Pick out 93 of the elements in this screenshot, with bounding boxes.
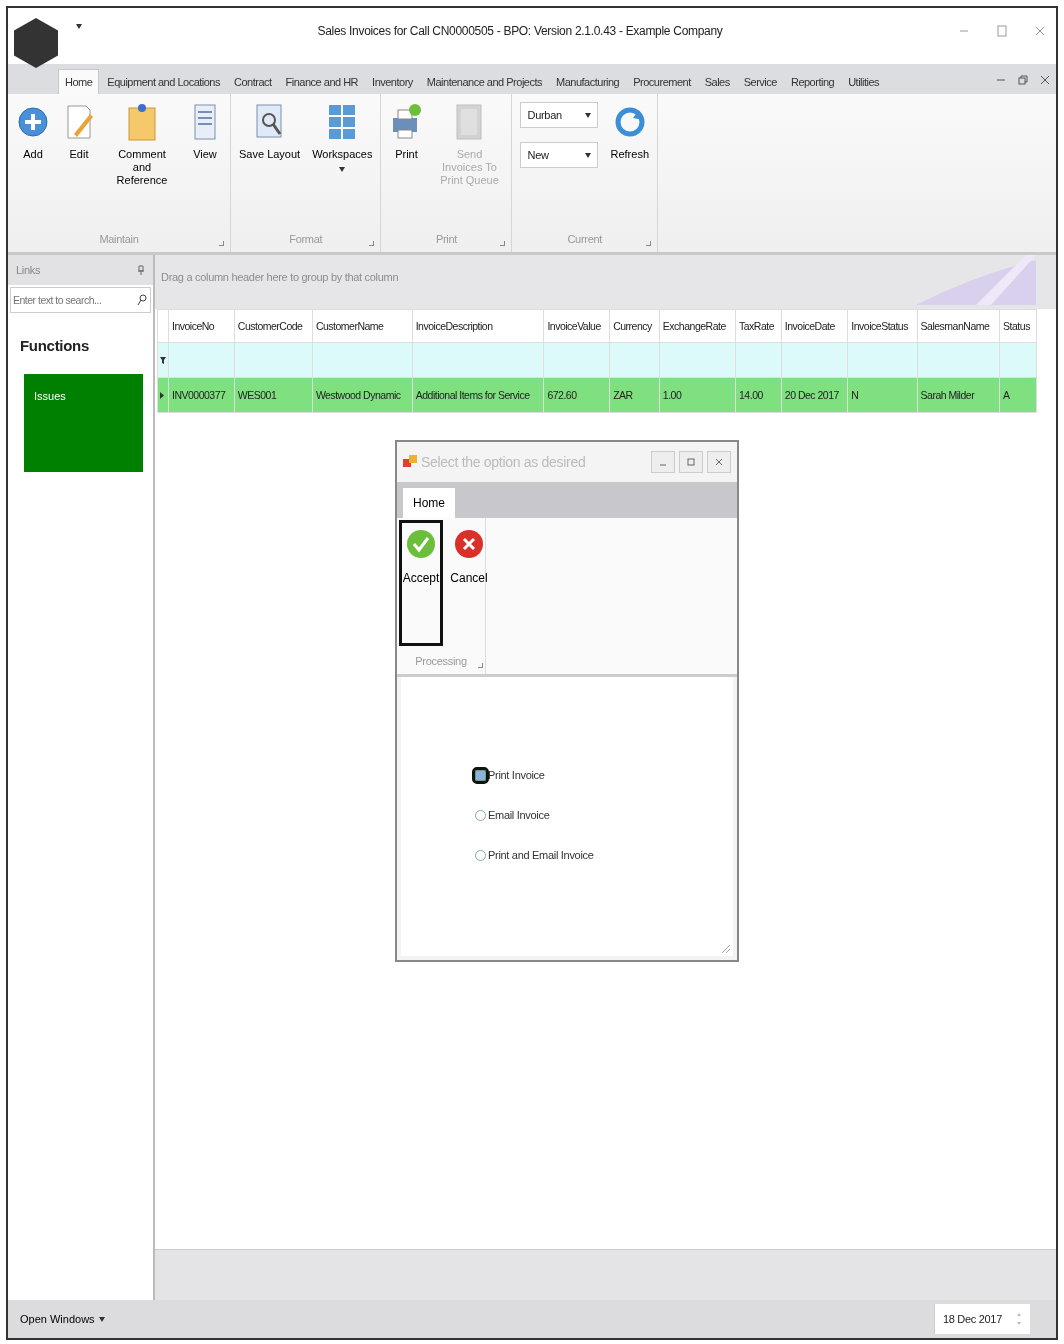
close-icon[interactable] [1034,25,1046,37]
table-cell: Additional Items for Service [412,377,544,413]
search-icon[interactable] [137,294,147,306]
table-cell: N [847,377,918,413]
pin-icon[interactable] [137,265,145,275]
minimize-button[interactable] [651,451,675,473]
window-title: Sales Invoices for Call CN0000505 - BPO: Version 2.1.0.43 - Example Company [317,24,723,38]
dropdown-field[interactable]: New [520,142,599,168]
ribbon-tab[interactable]: Inventory [366,70,419,94]
ribbon-tab[interactable]: Maintenance and Projects [420,70,548,94]
table-cell: Sarah Milder [917,377,1000,413]
ribbon-group-label: Maintain [99,233,139,245]
note-icon [125,102,159,142]
ribbon-button[interactable]: Print [385,100,428,226]
ribbon-group-label: Format [289,233,323,245]
caret-icon [585,112,592,118]
ribbon-button[interactable]: Refresh [606,100,653,226]
caret-icon[interactable] [76,23,82,29]
table-cell: 20 Dec 2017 [781,377,848,413]
column-header[interactable]: Status [999,309,1037,343]
ribbon-button[interactable]: Workspaces [308,100,377,226]
ribbon-tab[interactable]: Contract [228,70,278,94]
panel-title: Links [16,264,41,276]
search-field[interactable]: Enter text to search... [10,287,151,313]
dropdown-field[interactable]: Durban [520,102,599,128]
table-cell: 1.00 [659,377,736,413]
open-windows-menu[interactable]: Open Windows [14,1312,111,1326]
ribbon-tab[interactable]: Procurement [627,70,697,94]
ribbon-tab[interactable]: Home [403,488,455,518]
table-cell: INV0000377 [168,377,235,413]
app-icon [403,455,417,469]
ribbon-tab[interactable]: Home [58,69,100,94]
column-header[interactable]: InvoiceStatus [847,309,918,343]
dialog-launcher-icon[interactable] [646,241,651,246]
ribbon-button[interactable]: Comment and Reference [104,100,180,226]
ribbon-group-label: Processing [415,655,467,667]
table-cell: 672.60 [543,377,610,413]
spin-icon[interactable] [1016,1312,1022,1326]
cancel-button[interactable]: Cancel [447,520,491,646]
maximize-icon[interactable] [996,25,1008,37]
table-cell: 14.00 [735,377,782,413]
close-icon[interactable] [1040,75,1050,85]
ribbon-tab[interactable]: Finance and HR [279,70,365,94]
table-cell: ZAR [609,377,660,413]
ribbon-tab[interactable]: Equipment and Locations [101,70,226,94]
dialog-launcher-icon[interactable] [478,663,483,668]
caret-icon [98,1316,105,1322]
maximize-icon [687,458,695,466]
radio-option[interactable]: Email Invoice [475,809,733,821]
column-header[interactable]: InvoiceDescription [412,309,544,343]
radio-option[interactable]: Print and Email Invoice [475,849,733,861]
column-header[interactable]: CustomerCode [234,309,313,343]
check-icon [406,529,436,559]
ribbon-button[interactable]: Add [12,100,54,226]
ribbon-tab[interactable]: Service [737,70,783,94]
ribbon-group-label: Current [567,233,603,245]
ribbon-button[interactable]: View [184,100,226,226]
dialog-title: Select the option as desired [421,454,586,470]
column-header[interactable]: SalesmanName [917,309,1000,343]
column-header[interactable]: ExchangeRate [659,309,736,343]
close-button[interactable] [707,451,731,473]
table-cell: WES001 [234,377,313,413]
section-heading: Functions [19,336,90,356]
accept-button[interactable]: Accept [399,520,443,646]
column-header[interactable]: InvoiceNo [168,309,235,343]
column-header[interactable]: TaxRate [735,309,782,343]
dialog-launcher-icon[interactable] [369,241,375,246]
close-icon [715,458,723,466]
ribbon-tab[interactable]: Sales [698,70,736,94]
row-indicator-icon [160,391,164,399]
resize-grip-icon[interactable] [721,944,731,954]
ribbon-button[interactable]: Save Layout [235,100,305,226]
function-tile[interactable]: Issues [24,374,143,472]
column-header[interactable]: InvoiceValue [543,309,610,343]
dialog-launcher-icon[interactable] [500,241,506,246]
date-field[interactable]: 18 Dec 2017 [933,1304,1030,1334]
ribbon-tab[interactable]: Utilities [842,70,886,94]
radio-option[interactable]: Print Invoice [475,769,733,781]
column-header[interactable]: InvoiceDate [781,309,848,343]
ribbon-tab[interactable]: Reporting [784,70,841,94]
filter-icon[interactable] [160,356,166,364]
ribbon-group-label: Print [435,233,458,245]
caret-icon [339,167,346,173]
ribbon-button[interactable]: Edit [58,100,100,226]
dialog-launcher-icon[interactable] [219,241,224,246]
caret-icon [585,152,592,158]
column-header[interactable]: Currency [609,309,660,343]
table-cell: Westwood Dynamic [312,377,413,413]
restore-icon[interactable] [1018,75,1028,85]
ribbon-tab[interactable]: Manufacturing [550,70,626,94]
group-hint: Drag a column header here to group by that column [160,271,399,283]
x-icon [454,529,484,559]
column-header[interactable]: CustomerName [312,309,413,343]
